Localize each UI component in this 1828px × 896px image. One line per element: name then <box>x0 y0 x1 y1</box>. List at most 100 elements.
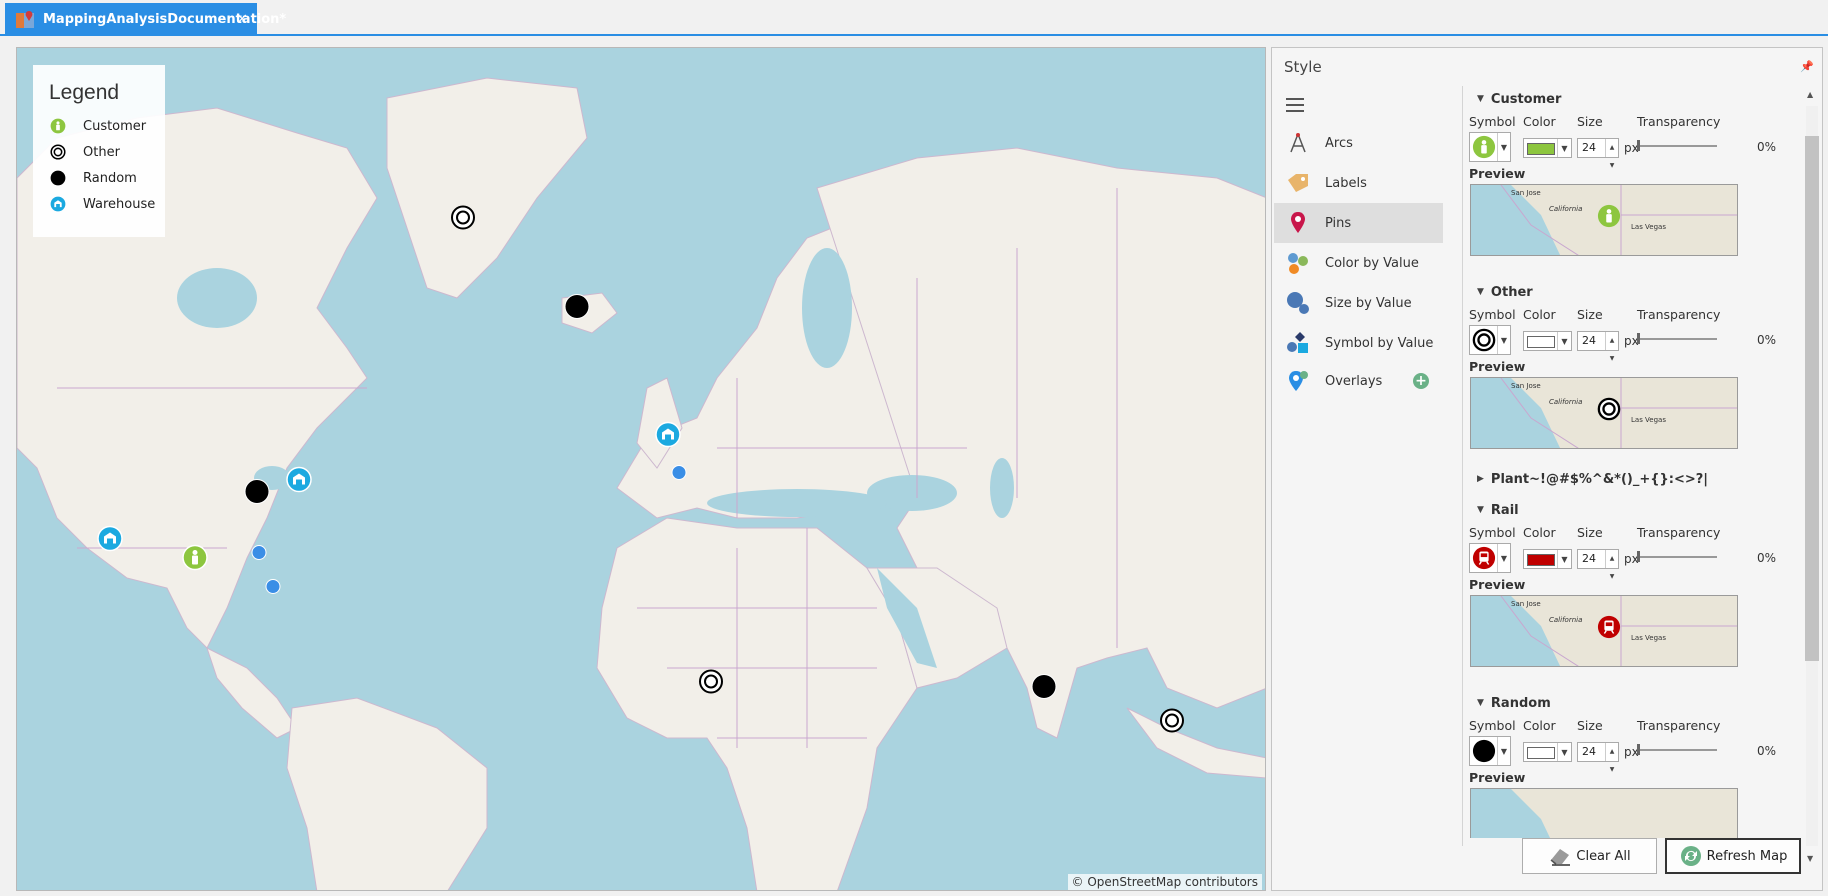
color-swatch <box>1527 554 1555 566</box>
symbol-picker[interactable]: ▼ <box>1469 325 1511 355</box>
preview-city: San Jose <box>1511 600 1541 608</box>
nav-item-arcs[interactable]: Arcs <box>1274 123 1443 163</box>
other-pin[interactable] <box>698 669 724 698</box>
slider-thumb[interactable] <box>1637 744 1640 755</box>
color-label: Color <box>1523 113 1556 129</box>
vertical-scrollbar[interactable]: ▲ ▼ <box>1805 86 1819 886</box>
slider-thumb[interactable] <box>1637 140 1640 151</box>
size-stepper[interactable]: 24 ▲ ▼ <box>1577 138 1619 169</box>
layer-header[interactable]: ▼ Customer <box>1467 86 1800 112</box>
chevron-down-icon[interactable]: ▼ <box>1557 139 1571 157</box>
document-tab[interactable]: MappingAnalysisDocumentation* × <box>5 3 286 36</box>
pin-panel-icon[interactable]: 📌 <box>1800 60 1814 73</box>
symbol-picker[interactable]: ▼ <box>1469 132 1511 162</box>
symbol-picker[interactable]: ▼ <box>1469 543 1511 573</box>
random-pin[interactable] <box>244 479 270 508</box>
nav-item-symbol-by-value[interactable]: Symbol by Value <box>1274 323 1443 363</box>
map-view[interactable]: Legend Customer Other Random Warehouse ©… <box>16 47 1266 891</box>
scroll-down-icon[interactable]: ▼ <box>1807 854 1813 863</box>
blue-dot-pin[interactable] <box>251 545 267 564</box>
preview-label: Preview <box>1469 166 1526 181</box>
other-pin[interactable] <box>1159 708 1185 737</box>
color-picker[interactable]: ▼ <box>1523 742 1572 762</box>
layer-header[interactable]: ▼ Other <box>1467 279 1800 305</box>
blue-dot-pin[interactable] <box>671 465 687 484</box>
size-stepper[interactable]: 24 ▲ ▼ <box>1577 549 1619 580</box>
other-pin[interactable] <box>450 205 476 234</box>
layer-header[interactable]: ▶ Plant~!@#$%^&*()_+{}:<>?| <box>1467 466 1800 492</box>
refresh-map-button[interactable]: Refresh Map <box>1665 838 1801 874</box>
legend-item-random: Random <box>49 165 165 191</box>
chevron-down-icon[interactable]: ▼ <box>1497 326 1510 354</box>
size-stepper[interactable]: 24 ▲ ▼ <box>1577 742 1619 773</box>
warehouse-pin[interactable] <box>97 525 123 555</box>
blue-dot-pin[interactable] <box>265 579 281 598</box>
customer-pin[interactable] <box>182 544 208 574</box>
legend-item-warehouse: Warehouse <box>49 191 165 217</box>
nav-item-labels[interactable]: Labels <box>1274 163 1443 203</box>
spin-arrows-icon[interactable]: ▲ ▼ <box>1605 332 1618 362</box>
close-icon[interactable]: × <box>236 12 248 26</box>
random-pin[interactable] <box>564 294 590 323</box>
transparency-label: Transparency <box>1637 306 1721 322</box>
transparency-slider[interactable] <box>1637 744 1717 755</box>
slider-thumb[interactable] <box>1637 333 1640 344</box>
spin-arrows-icon[interactable]: ▲ ▼ <box>1605 743 1618 773</box>
preview-city: California <box>1549 616 1583 624</box>
spin-arrows-icon[interactable]: ▲ ▼ <box>1605 139 1618 169</box>
hamburger-menu-icon[interactable] <box>1286 98 1304 116</box>
layer-name: Other <box>1490 284 1533 300</box>
layer-section-other: ▼ Other Symbol Color Size Transparency ▼ … <box>1467 279 1800 449</box>
scroll-thumb[interactable] <box>1805 136 1819 661</box>
panel-title: Style <box>1284 58 1322 76</box>
nav-item-color-by-value[interactable]: Color by Value <box>1274 243 1443 283</box>
refresh-icon <box>1679 844 1703 868</box>
style-controls: ▼ ▼ 24 ▲ ▼ px 0% <box>1467 130 1800 169</box>
transparency-slider[interactable] <box>1637 333 1717 344</box>
rail-train-icon <box>1596 614 1622 640</box>
color-picker[interactable]: ▼ <box>1523 549 1572 569</box>
transparency-slider[interactable] <box>1637 140 1717 151</box>
clear-all-button[interactable]: Clear All <box>1522 838 1657 874</box>
warehouse-pin[interactable] <box>655 421 681 451</box>
spin-arrows-icon[interactable]: ▲ ▼ <box>1605 550 1618 580</box>
chevron-down-icon[interactable]: ▼ <box>1557 743 1571 761</box>
layer-name: Random <box>1490 695 1551 711</box>
chevron-down-icon[interactable]: ▼ <box>1497 737 1510 765</box>
symbol-picker[interactable]: ▼ <box>1469 736 1511 766</box>
slider-thumb[interactable] <box>1637 551 1640 562</box>
nav-item-size-by-value[interactable]: Size by Value <box>1274 283 1443 323</box>
chevron-down-icon[interactable]: ▼ <box>1497 133 1510 161</box>
random-pin[interactable] <box>1031 674 1057 703</box>
nav-item-overlays[interactable]: Overlays + <box>1274 363 1443 399</box>
tag-icon <box>1285 170 1311 196</box>
field-labels: Symbol Color Size Transparency <box>1467 716 1800 734</box>
nav-label: Overlays <box>1325 373 1383 389</box>
layer-name: Plant~!@#$%^&*()_+{}:<>?| <box>1490 471 1709 487</box>
warehouse-pin[interactable] <box>286 466 312 496</box>
document-tab-strip: MappingAnalysisDocumentation* × <box>0 0 1828 36</box>
scroll-up-icon[interactable]: ▲ <box>1807 90 1813 99</box>
transparency-slider[interactable] <box>1637 551 1717 562</box>
layer-section-plant: ▶ Plant~!@#$%^&*()_+{}:<>?| <box>1467 466 1800 492</box>
color-picker[interactable]: ▼ <box>1523 138 1572 158</box>
nav-item-pins[interactable]: Pins <box>1274 203 1443 243</box>
color-picker[interactable]: ▼ <box>1523 331 1572 351</box>
pin-style-list[interactable]: ▼ Customer Symbol Color Size Transparency… <box>1467 86 1800 838</box>
layer-name: Rail <box>1490 502 1519 518</box>
chevron-down-icon[interactable]: ▼ <box>1497 544 1510 572</box>
chevron-down-icon[interactable]: ▼ <box>1557 332 1571 350</box>
legend-label: Random <box>83 170 137 186</box>
symbol-label: Symbol <box>1469 306 1516 322</box>
legend-label: Warehouse <box>83 196 156 212</box>
nav-label: Symbol by Value <box>1325 335 1434 351</box>
chevron-down-icon[interactable]: ▼ <box>1557 550 1571 568</box>
add-overlay-icon[interactable]: + <box>1413 373 1429 389</box>
style-panel: Style 📌 Arcs Labels Pins Color by Value … <box>1271 47 1823 891</box>
size-label: Size <box>1577 717 1603 733</box>
caret-down-icon: ▼ <box>1477 505 1484 515</box>
nav-label: Color by Value <box>1325 255 1419 271</box>
layer-header[interactable]: ▼ Random <box>1467 690 1800 716</box>
size-stepper[interactable]: 24 ▲ ▼ <box>1577 331 1619 362</box>
layer-header[interactable]: ▼ Rail <box>1467 497 1800 523</box>
